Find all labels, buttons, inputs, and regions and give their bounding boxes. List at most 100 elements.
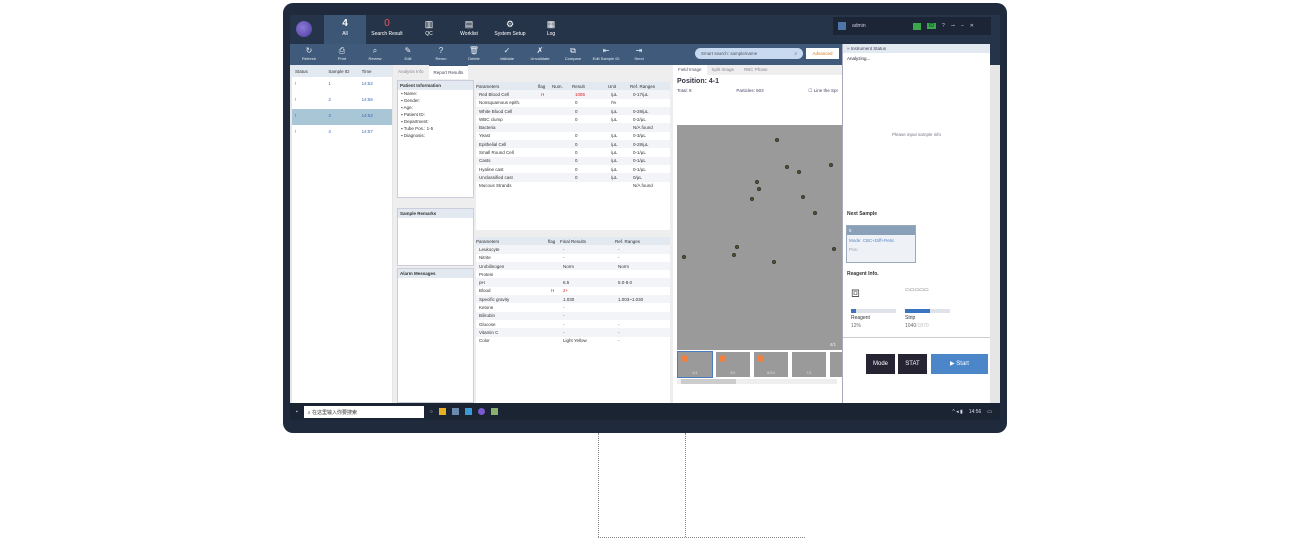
sample-row[interactable]: ! 3 14:52 [292, 109, 392, 125]
table-row[interactable]: Epithelial Cell 0/μL 0-28/μL [476, 140, 670, 149]
thumbnail[interactable]: 7/1 [791, 351, 827, 378]
sample-row[interactable]: ! 2 14:56 [292, 93, 392, 109]
line-checkbox[interactable]: ☐ Line the Spr [808, 88, 838, 94]
table-row[interactable]: Nitrite - - [476, 254, 670, 262]
save-icon[interactable] [913, 22, 921, 30]
microscope-image[interactable]: 4/1 [677, 125, 842, 350]
table-row[interactable]: Urobilinogen Norm Norm [476, 261, 670, 271]
next-sample-card[interactable]: 5 Mode: CBC+Diff+Retic Pos: [846, 225, 916, 263]
nav-log[interactable]: ▦ Log [530, 15, 572, 44]
task-view-icon[interactable]: ○ [430, 409, 433, 415]
table-row[interactable]: Color Light Yellow - [476, 337, 670, 345]
tab-split-image[interactable]: Split Image [707, 65, 740, 75]
close-icon[interactable]: ✕ [970, 23, 974, 29]
table-row[interactable]: Bacteria N/A found [476, 123, 670, 132]
parameter-name: Red Blood Cell [479, 91, 510, 97]
table-row[interactable]: White Blood Cell 0/μL 0-28/μL [476, 106, 670, 116]
column-header[interactable]: Num. [552, 84, 572, 89]
logout-icon[interactable]: ⊸ [951, 23, 955, 29]
table-row[interactable]: Yeast 0/μL 0-3/μL [476, 132, 670, 140]
column-header[interactable]: Parameters [476, 239, 548, 244]
column-header[interactable]: flag [538, 84, 552, 89]
cell-value: 0 [575, 166, 578, 172]
sample-row[interactable]: ! 1 14:52 [292, 77, 392, 93]
table-row[interactable]: pH 6.5 5.0-8.0 [476, 278, 670, 287]
stat-button[interactable]: STAT [898, 354, 927, 374]
advanced-button[interactable]: Advanced [806, 48, 839, 59]
toolbar-button-print[interactable]: ⎙ Print [327, 46, 357, 61]
column-header[interactable]: Time [359, 69, 392, 74]
table-row[interactable]: Small Round Cell 0/μL 0-1/μL [476, 148, 670, 156]
table-row[interactable]: Bilirubin - [476, 311, 670, 320]
strip-count: 1040 [905, 323, 917, 329]
column-header[interactable]: flag [548, 239, 560, 244]
nav-search-result[interactable]: 0 Search Result [366, 15, 408, 44]
toolbar-button-review[interactable]: ⌕ Review [360, 46, 390, 61]
taskbar-search[interactable]: ⌕ 在这里输入你要搜索 [303, 405, 424, 418]
thumbnail-scrollbar[interactable] [677, 379, 837, 384]
thumbnail[interactable]: 5/1 [715, 351, 751, 378]
table-row[interactable]: WBC clump 0/μL 0-2/μL [476, 115, 670, 123]
thumbnail[interactable]: 4/1 [677, 351, 713, 378]
toolbar-button-validate[interactable]: ✓ Validate [492, 46, 522, 61]
table-row[interactable]: Protein [476, 270, 670, 278]
column-header[interactable]: Parameters [476, 84, 538, 89]
column-header[interactable]: Status [292, 69, 325, 74]
toolbar-button-unvalidate[interactable]: ✗ Unvalidate [525, 46, 555, 61]
windows-start-icon[interactable]: ▪ [296, 409, 298, 415]
nav-system-setup[interactable]: ⚙ System Setup [488, 15, 532, 44]
table-row[interactable]: Red Blood Cell H 1085/μL 0-17/μL [476, 90, 670, 99]
column-header[interactable]: Final Results [560, 239, 615, 244]
column-header[interactable]: Sample ID [325, 69, 358, 74]
toolbar-button-rerun[interactable]: ? Rerun [426, 46, 456, 61]
table-row[interactable]: Blood H 2+ [476, 287, 670, 295]
thumbnail[interactable]: 6/10 [753, 351, 789, 378]
minimize-icon[interactable]: – [961, 23, 964, 29]
toolbar-button-refresh[interactable]: ↻ Refresh [294, 46, 324, 61]
parameter-name: Protein [479, 271, 494, 277]
cell-value: 0-1/μL [633, 158, 646, 164]
notification-icon[interactable]: ▭ [987, 409, 992, 415]
table-row[interactable]: Specific gravity 1.030 1.003~1.030 [476, 295, 670, 304]
sample-row[interactable]: ! 4 14:57 [292, 125, 392, 141]
browser-icon[interactable] [464, 408, 472, 415]
tool-icon[interactable] [490, 408, 498, 415]
table-row[interactable]: Hyaline cast 0/μL 0-1/μL [476, 165, 670, 173]
table-row[interactable]: Casts 0/μL 0-1/μL [476, 156, 670, 165]
thumbnail-label: 7/1 [806, 370, 812, 375]
table-row[interactable]: Glucose - - [476, 320, 670, 328]
explorer-icon[interactable] [438, 408, 446, 415]
table-row[interactable]: Vitamin C - - [476, 328, 670, 337]
table-row[interactable]: Unclassified cast 0/μL 0/μL [476, 173, 670, 182]
tab-analysis-info[interactable]: Analysis Info [393, 65, 429, 79]
toolbar-button-edit-sample-id[interactable]: ⇤ Edit Sample ID [591, 46, 621, 61]
mode-button[interactable]: Mode [866, 354, 895, 374]
tab-field-image[interactable]: Field Image [673, 65, 707, 75]
start-button[interactable]: ▶ Start [931, 354, 988, 374]
tab-report-results[interactable]: Report Results [428, 65, 469, 79]
search-input[interactable]: Smart search: sample/name ⌕ [695, 48, 803, 59]
table-row[interactable]: Mucous Strands N/A found [476, 182, 670, 190]
help-icon[interactable]: ? [942, 23, 945, 29]
column-header[interactable]: Ref. Ranges [615, 239, 670, 244]
toolbar-button-edit[interactable]: ✎ Edit [393, 46, 423, 61]
nav-all[interactable]: 4 All [324, 15, 366, 44]
table-row[interactable]: Leukocyte - - [476, 245, 670, 254]
column-header[interactable]: Result [572, 84, 608, 89]
table-row[interactable]: Ketone - [476, 303, 670, 311]
particle [732, 253, 736, 257]
nav-qc[interactable]: ▥ QC [408, 15, 450, 44]
analyzer-app-icon[interactable] [477, 408, 485, 415]
table-row[interactable]: Nonsquamous epith. 0 /% [476, 99, 670, 107]
app-icon[interactable] [451, 408, 459, 415]
toolbar-button-compare[interactable]: ⧉ Compare [558, 46, 588, 61]
toolbar-button-send[interactable]: ⇥ Send [624, 46, 654, 61]
nav-worklist[interactable]: ▤ Worklist [448, 15, 490, 44]
tab-rbc-phase[interactable]: RBC Phase [739, 65, 773, 75]
sample-remarks[interactable]: Sample Remarks [397, 208, 474, 266]
tray-icons[interactable]: ^ ◂ ▮ [952, 409, 962, 415]
column-header[interactable]: Unit [608, 84, 630, 89]
nav-qc-label: QC [425, 31, 433, 37]
column-header[interactable]: Ref. Ranges [630, 84, 670, 89]
toolbar-button-delete[interactable]: 🗑 Delete [459, 46, 489, 61]
